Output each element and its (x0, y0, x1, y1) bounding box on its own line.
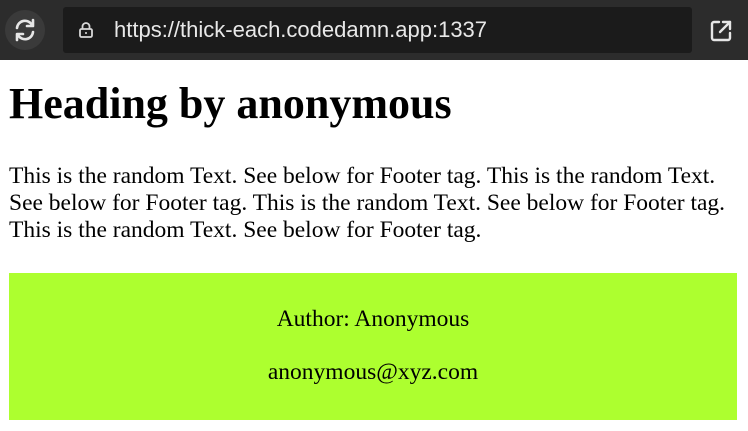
browser-toolbar: https://thick-each.codedamn.app:1337 (0, 0, 748, 60)
footer-author: Author: Anonymous (276, 306, 470, 332)
url-text[interactable]: https://thick-each.codedamn.app:1337 (114, 7, 487, 53)
lock-icon (79, 22, 93, 38)
reload-icon (15, 18, 35, 42)
footer-email: anonymous@xyz.com (267, 359, 479, 385)
page-heading: Heading by anonymous (9, 79, 452, 128)
body-paragraph: This is the random Text. See below for F… (9, 163, 726, 243)
reload-button[interactable] (5, 10, 45, 50)
external-link-icon[interactable] (708, 18, 734, 44)
address-bar[interactable]: https://thick-each.codedamn.app:1337 (63, 7, 692, 53)
page-footer: Author: Anonymous anonymous@xyz.com (9, 273, 737, 420)
page-content: Heading by anonymous This is the random … (0, 60, 748, 431)
